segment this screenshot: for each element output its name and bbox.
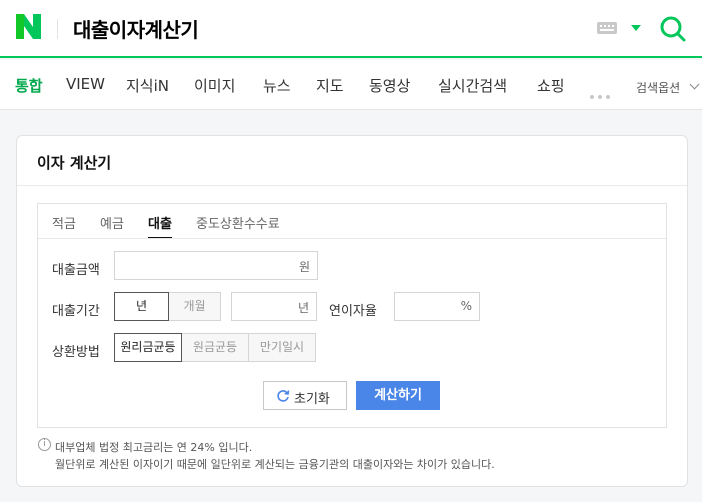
tab-realtime[interactable]: 실시간검색 — [438, 75, 507, 96]
tab-prepayment-fee[interactable]: 중도상환수수료 — [196, 213, 280, 232]
note-monthly-basis: 월단위로 계산된 이자이기 때문에 일단위로 계산되는 금융기관의 대출이자와는… — [55, 458, 495, 471]
period-unit: 년 — [297, 301, 309, 315]
card-divider — [17, 185, 687, 186]
interest-rate-label: 연이자율 — [329, 304, 377, 319]
loan-amount-input[interactable] — [115, 252, 317, 279]
interest-calculator-card: 이자 계산기 적금 예금 대출 중도상환수수료 대출금액 원 대출기간 년 개월… — [16, 135, 688, 487]
search-tabs: 통합 VIEW 지식iN 이미지 뉴스 지도 동영상 실시간검색 쇼핑 검색옵션 — [0, 60, 702, 110]
caret-down-icon[interactable] — [631, 25, 641, 31]
rate-unit: % — [460, 299, 472, 313]
period-unit-month[interactable]: 개월 — [168, 292, 221, 321]
tab-news[interactable]: 뉴스 — [263, 75, 291, 96]
reset-label: 초기화 — [294, 392, 330, 407]
calculator-panel: 적금 예금 대출 중도상환수수료 대출금액 원 대출기간 년 개월 년 연이자율… — [37, 203, 667, 428]
tab-view[interactable]: VIEW — [66, 75, 105, 93]
tab-knowledge[interactable]: 지식iN — [126, 75, 169, 96]
keyboard-icon[interactable] — [597, 22, 617, 34]
tab-video[interactable]: 동영상 — [369, 75, 410, 96]
search-query[interactable]: 대출이자계산기 — [73, 14, 199, 43]
note-max-rate: 대부업체 법정 최고금리는 연 24% 입니다. — [55, 441, 253, 454]
repayment-method-label: 상환방법 — [52, 345, 100, 360]
tab-integrated[interactable]: 통합 — [15, 75, 43, 96]
loan-amount-field: 원 — [114, 251, 318, 280]
tab-deposit[interactable]: 예금 — [100, 213, 124, 232]
chevron-down-icon[interactable] — [689, 79, 700, 90]
amount-unit: 원 — [298, 260, 310, 274]
calculate-button[interactable]: 계산하기 — [356, 381, 440, 410]
more-dots-icon[interactable] — [590, 84, 614, 103]
info-icon: i — [38, 438, 51, 451]
tab-map[interactable]: 지도 — [316, 75, 344, 96]
tab-images[interactable]: 이미지 — [194, 75, 235, 96]
search-options-button[interactable]: 검색옵션 — [636, 79, 680, 96]
reset-button[interactable]: 초기화 — [263, 381, 347, 410]
interest-rate-field: % — [394, 292, 480, 321]
loan-amount-label: 대출금액 — [52, 263, 100, 278]
tab-loan[interactable]: 대출 — [148, 213, 172, 239]
search-header: 대출이자계산기 — [0, 0, 702, 58]
card-title: 이자 계산기 — [37, 154, 112, 172]
method-bullet[interactable]: 만기일시 — [248, 333, 316, 362]
search-icon[interactable] — [659, 15, 687, 43]
method-equal-payment[interactable]: 원리금균등 — [114, 333, 182, 362]
tab-savings[interactable]: 적금 — [52, 213, 76, 232]
loan-period-label: 대출기간 — [52, 304, 100, 319]
method-equal-principal[interactable]: 원금균등 — [181, 333, 249, 362]
period-unit-year[interactable]: 년 — [114, 292, 169, 321]
tab-shopping[interactable]: 쇼핑 — [537, 75, 565, 96]
naver-logo-icon[interactable] — [16, 14, 41, 39]
tab-divider — [38, 238, 666, 239]
header-divider — [57, 19, 58, 39]
loan-period-field: 년 — [231, 292, 317, 321]
refresh-icon — [277, 390, 290, 402]
